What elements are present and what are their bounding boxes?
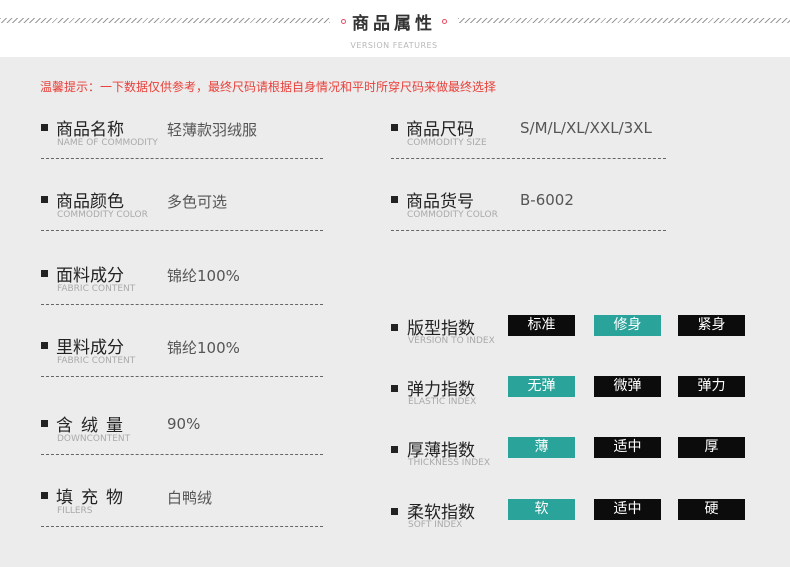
- attribute-value: 锦纶100%: [167, 267, 240, 285]
- attribute-value: 90%: [167, 415, 201, 433]
- page-title: 商品属性: [352, 13, 436, 34]
- bullet-icon: [391, 446, 398, 453]
- dot-icon: [341, 18, 346, 24]
- attribute-label: 里料成分: [56, 338, 124, 358]
- attribute-sublabel: DOWNCONTENT: [57, 434, 131, 444]
- attribute-row-sku: 商品货号 COMMODITY COLOR B-6002: [391, 187, 666, 231]
- index-option-soft: 软: [508, 499, 575, 520]
- page-subtitle: VERSION FEATURES: [350, 41, 438, 50]
- dashed-divider: [41, 230, 323, 231]
- attribute-row-color: 商品颜色 COMMODITY COLOR 多色可选: [41, 187, 323, 231]
- attribute-sublabel: FILLERS: [57, 506, 93, 516]
- index-option-stretch: 弹力: [678, 376, 745, 397]
- attribute-sublabel: COMMODITY SIZE: [407, 138, 487, 148]
- attribute-sublabel: COMMODITY COLOR: [407, 210, 498, 220]
- attribute-row-lining: 里料成分 FABRIC CONTENT 锦纶100%: [41, 333, 323, 377]
- hatch-decoration-left: [0, 18, 330, 23]
- bullet-icon: [391, 385, 398, 392]
- index-option-hard: 硬: [678, 499, 745, 520]
- dashed-divider: [391, 158, 666, 159]
- attribute-value: 轻薄款羽绒服: [167, 121, 258, 139]
- index-sublabel: ELASTIC INDEX: [408, 397, 477, 407]
- index-row-fit: 版型指数 VERSION TO INDEX 标准 修身 紧身: [391, 314, 751, 354]
- index-option-thin: 薄: [508, 437, 575, 458]
- bullet-icon: [41, 196, 48, 203]
- dashed-divider: [391, 230, 666, 231]
- attribute-row-name: 商品名称 NAME OF COMMODITY 轻薄款羽绒服: [41, 115, 323, 159]
- attribute-row-down: 含绒量 DOWNCONTENT 90%: [41, 411, 323, 455]
- attribute-row-filler: 填充物 FILLERS 白鸭绒: [41, 483, 323, 527]
- attribute-value: 锦纶100%: [167, 339, 240, 357]
- bullet-icon: [41, 124, 48, 131]
- attribute-label: 商品颜色: [56, 192, 124, 212]
- index-sublabel: THICKNESS INDEX: [408, 458, 490, 468]
- index-row-elastic: 弹力指数 ELASTIC INDEX 无弹 微弹 弹力: [391, 375, 751, 415]
- attribute-row-fabric: 面料成分 FABRIC CONTENT 锦纶100%: [41, 261, 323, 305]
- attribute-label: 商品名称: [56, 120, 124, 140]
- index-row-softness: 柔软指数 SOFT INDEX 软 适中 硬: [391, 498, 751, 538]
- index-option-standard: 标准: [508, 315, 575, 336]
- attribute-sublabel: FABRIC CONTENT: [57, 356, 136, 366]
- index-option-medium: 适中: [594, 499, 661, 520]
- index-option-thick: 厚: [678, 437, 745, 458]
- bullet-icon: [391, 196, 398, 203]
- attribute-label: 面料成分: [56, 266, 124, 286]
- attribute-label: 商品货号: [406, 192, 474, 212]
- dashed-divider: [41, 454, 323, 455]
- bullet-icon: [391, 324, 398, 331]
- attribute-row-size: 商品尺码 COMMODITY SIZE S/M/L/XL/XXL/3XL: [391, 115, 666, 159]
- index-option-medium: 适中: [594, 437, 661, 458]
- attribute-value: 白鸭绒: [167, 489, 213, 507]
- dot-icon: [442, 18, 447, 24]
- attribute-sublabel: FABRIC CONTENT: [57, 284, 136, 294]
- bullet-icon: [41, 270, 48, 277]
- title-group: 商品属性: [330, 8, 458, 34]
- bullet-icon: [391, 508, 398, 515]
- attribute-value: S/M/L/XL/XXL/3XL: [520, 119, 652, 137]
- bullet-icon: [41, 492, 48, 499]
- bullet-icon: [41, 420, 48, 427]
- attribute-value: 多色可选: [167, 193, 228, 211]
- notice-text: 温馨提示：一下数据仅供参考，最终尺码请根据自身情况和平时所穿尺码来做最终选择: [40, 80, 497, 94]
- bullet-icon: [41, 342, 48, 349]
- attribute-label: 含绒量: [56, 416, 131, 436]
- attribute-sublabel: NAME OF COMMODITY: [57, 138, 158, 148]
- attribute-sublabel: COMMODITY COLOR: [57, 210, 148, 220]
- dashed-divider: [41, 526, 323, 527]
- index-option-tight: 紧身: [678, 315, 745, 336]
- header: 商品属性 VERSION FEATURES: [0, 0, 790, 57]
- bullet-icon: [391, 124, 398, 131]
- index-sublabel: VERSION TO INDEX: [408, 336, 495, 346]
- dashed-divider: [41, 376, 323, 377]
- attribute-label: 填充物: [56, 488, 131, 508]
- index-row-thickness: 厚薄指数 THICKNESS INDEX 薄 适中 厚: [391, 436, 751, 476]
- attribute-value: B-6002: [520, 191, 574, 209]
- dashed-divider: [41, 304, 323, 305]
- index-option-slight-stretch: 微弹: [594, 376, 661, 397]
- index-option-no-stretch: 无弹: [508, 376, 575, 397]
- attribute-label: 商品尺码: [406, 120, 474, 140]
- index-sublabel: SOFT INDEX: [408, 520, 463, 530]
- dashed-divider: [41, 158, 323, 159]
- index-option-slim: 修身: [594, 315, 661, 336]
- hatch-decoration-right: [458, 18, 790, 23]
